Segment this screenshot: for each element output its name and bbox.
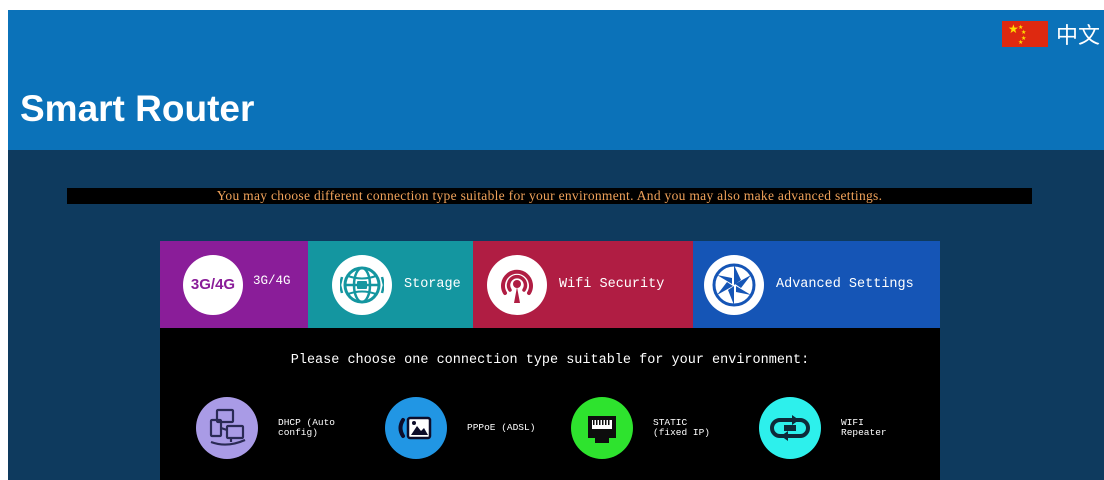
option-pppoe-label: PPPoE (ADSL) [467, 422, 536, 433]
option-static-label: STATIC (fixed IP) [653, 417, 711, 438]
tab-advanced-settings[interactable]: Advanced Settings [693, 241, 940, 328]
feature-tabs: 3G/4G 3G/4G Storage Wifi Security Advanc… [160, 241, 940, 328]
modem-icon [385, 397, 447, 459]
network-computers-icon [196, 397, 258, 459]
connection-type-options: DHCP (Auto config) PPPoE (ADSL) STATIC (… [160, 396, 940, 466]
option-dhcp[interactable]: DHCP (Auto config) [196, 396, 350, 460]
badge-3g-4g-text: 3G/4G [190, 276, 236, 293]
page-header: ★ ★ ★ ★ ★ 中文 Smart Router [8, 10, 1104, 150]
router-page: ★ ★ ★ ★ ★ 中文 Smart Router You may choose… [8, 10, 1104, 480]
option-pppoe[interactable]: PPPoE (ADSL) [385, 396, 539, 460]
ethernet-port-icon [571, 397, 633, 459]
option-wifi-repeater-label: WIFI Repeater [841, 417, 887, 438]
tab-wifi-security-label: Wifi Security [559, 277, 665, 292]
connection-panel: 3G/4G 3G/4G Storage Wifi Security Advanc… [160, 241, 940, 480]
tab-storage[interactable]: Storage [308, 241, 473, 328]
language-switch[interactable]: ★ ★ ★ ★ ★ 中文 [1001, 18, 1104, 50]
tab-3g-4g-label: 3G/4G [253, 273, 291, 288]
connection-prompt: Please choose one connection type suitab… [290, 353, 810, 368]
page-title: Smart Router [20, 88, 255, 129]
option-static[interactable]: STATIC (fixed IP) [571, 396, 725, 460]
china-flag-icon[interactable]: ★ ★ ★ ★ ★ [1001, 21, 1048, 47]
storage-globe-icon [332, 254, 392, 315]
tab-storage-label: Storage [404, 277, 461, 292]
language-label[interactable]: 中文 [1056, 18, 1104, 50]
option-dhcp-label: DHCP (Auto config) [278, 417, 336, 438]
tab-wifi-security[interactable]: Wifi Security [473, 241, 693, 328]
aperture-icon [704, 254, 764, 315]
3g-4g-badge-icon: 3G/4G [183, 254, 243, 315]
tab-advanced-settings-label: Advanced Settings [776, 277, 914, 292]
option-wifi-repeater[interactable]: WIFI Repeater [759, 396, 913, 460]
tab-3g-4g[interactable]: 3G/4G 3G/4G [160, 241, 308, 328]
notice-banner: You may choose different connection type… [67, 188, 1032, 204]
wifi-security-icon [487, 254, 547, 315]
repeater-loop-icon [759, 397, 821, 459]
